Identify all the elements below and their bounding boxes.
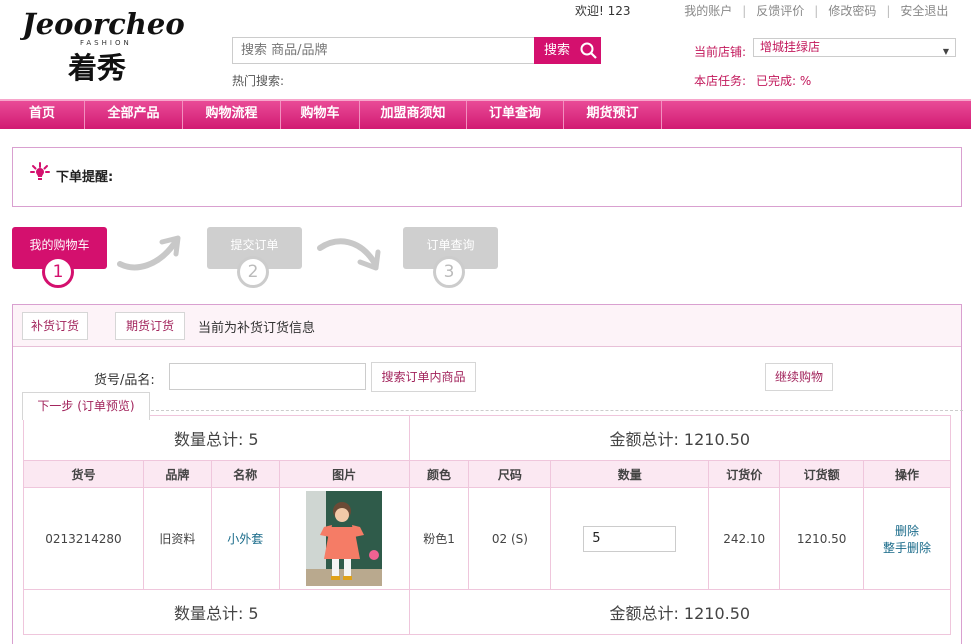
amount-total: 金额总计: 1210.50 [408,589,952,635]
nav-franchise-notice[interactable]: 加盟商须知 [360,101,467,129]
next-step-button[interactable]: 下一步 (订单预览) [22,392,150,420]
search-icon [580,42,597,59]
summary-row-top: 数量总计: 5 金额总计: 1210.50 [23,415,952,461]
store-selected: 增城挂绿店 [760,40,821,54]
feedback-link[interactable]: 反馈评价 [756,2,804,19]
svg-text:FASHION: FASHION [80,39,132,47]
search-button-label: 搜索 [544,43,571,58]
svg-text:Jeoorcheo: Jeoorcheo [20,7,185,41]
search-input[interactable] [232,37,535,64]
change-password-link[interactable]: 修改密码 [828,2,876,19]
amount-total: 金额总计: 1210.50 [408,415,952,461]
search-button[interactable]: 搜索 [534,37,601,64]
store-selector-row: 当前店铺: 增城挂绿店 ▼ [694,38,964,59]
logout-link[interactable]: 安全退出 [900,2,948,19]
continue-shopping-button[interactable]: 继续购物 [765,363,833,391]
store-task: 本店任务: 已完成: % [694,72,811,89]
item-sku: 0213214280 [23,487,144,590]
item-color: 粉色1 [408,487,470,590]
nav-order-query[interactable]: 订单查询 [467,101,564,129]
brand-logo[interactable]: Jeoorcheo FASHION 着秀 [20,4,200,88]
col-color: 颜色 [408,460,470,488]
cart-panel: 补货订货 期货订货 当前为补货订货信息 货号/品名: 搜索订单内商品 继续购物 … [12,304,963,644]
svg-text:着秀: 着秀 [67,51,126,85]
order-notice: 下单提醒: [12,147,962,207]
step-number: 3 [433,256,465,288]
col-actions: 操作 [863,460,951,488]
order-type-tabs: 补货订货 期货订货 当前为补货订货信息 [13,305,961,347]
tab-restock[interactable]: 补货订货 [22,312,88,340]
store-select[interactable]: 增城挂绿店 ▼ [753,38,956,57]
col-name: 名称 [210,460,280,488]
col-price: 订货价 [708,460,781,488]
qty-total: 数量总计: 5 [23,589,410,635]
step-arrow-icon [317,238,381,271]
nav-cart[interactable]: 购物车 [281,101,360,129]
item-name-link[interactable]: 小外套 [227,532,263,546]
main-nav: 首页 全部产品 购物流程 购物车 加盟商须知 订单查询 期货预订 [0,99,971,129]
item-price: 242.10 [708,487,781,590]
nav-all-products[interactable]: 全部产品 [85,101,183,129]
table-header: 货号 品牌 名称 图片 颜色 尺码 数量 订货价 订货额 操作 [23,460,951,488]
hot-search-label: 热门搜索: [232,74,285,88]
product-photo[interactable] [306,491,383,586]
dropdown-caret-icon: ▼ [942,47,949,56]
task-label: 本店任务: [694,74,747,88]
col-sku: 货号 [23,460,144,488]
divider [151,410,963,411]
task-value: 已完成: % [756,74,812,88]
summary-row-bottom: 数量总计: 5 金额总计: 1210.50 [23,589,952,635]
top-links: 欢迎! 123 我的账户 | 反馈评价 | 修改密码 | 安全退出 [575,2,971,18]
delete-all-link[interactable]: 整手删除 [864,539,950,556]
nav-shopping-process[interactable]: 购物流程 [183,101,281,129]
step-label: 订单查询 [426,238,475,252]
tab-futures[interactable]: 期货订货 [115,312,185,340]
item-size: 02 (S) [468,487,552,590]
item-amount: 1210.50 [779,487,865,590]
nav-home[interactable]: 首页 [0,101,85,129]
step-label: 提交订单 [230,238,279,252]
quantity-input[interactable] [583,525,677,552]
nav-futures-booking[interactable]: 期货预订 [564,101,662,129]
search-order-items-button[interactable]: 搜索订单内商品 [371,362,476,392]
search-bar: 搜索 [232,37,601,64]
table-row: 0213214280 旧资料 小外套 粉色1 02 (S) 5 242.10 1… [23,487,951,590]
delete-link[interactable]: 删除 [864,522,950,539]
step-arrow-icon [117,235,181,271]
bulb-icon [30,162,50,180]
col-quantity: 数量 [550,460,710,488]
divider: | [886,4,891,18]
goods-filter-label: 货号/品名: [94,373,155,388]
goods-filter-input[interactable] [169,363,366,390]
tab-info-text: 当前为补货订货信息 [198,321,316,336]
divider: | [742,4,747,18]
cart-table: 数量总计: 5 金额总计: 1210.50 货号 品牌 名称 图片 颜色 尺码 … [23,415,952,635]
col-amount: 订货额 [779,460,865,488]
col-size: 尺码 [468,460,552,488]
store-label: 当前店铺: [694,45,747,59]
item-brand: 旧资料 [142,487,212,590]
notice-title: 下单提醒: [56,170,114,185]
step-number: 2 [237,256,269,288]
my-account-link[interactable]: 我的账户 [684,2,732,19]
col-image: 图片 [278,460,410,488]
divider: | [814,4,819,18]
qty-total: 数量总计: 5 [23,415,410,461]
col-brand: 品牌 [142,460,212,488]
step-label: 我的购物车 [29,238,90,252]
step-number: 1 [42,256,74,288]
welcome-text: 欢迎! 123 [575,4,631,18]
